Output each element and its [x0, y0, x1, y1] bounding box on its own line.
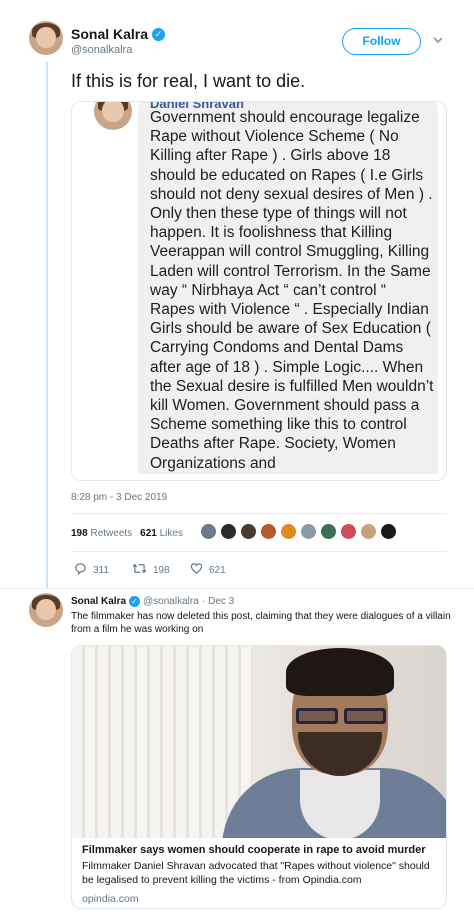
- reply-date[interactable]: Dec 3: [208, 596, 234, 607]
- card-body: Filmmaker says women should cooperate in…: [82, 843, 438, 905]
- retweets-count: 198: [71, 528, 88, 539]
- card-description: Filmmaker Daniel Shravan advocated that …: [82, 860, 430, 886]
- reply-avatar[interactable]: [29, 593, 63, 627]
- embed-bottom-edge: [72, 474, 446, 480]
- poster-avatar: [94, 102, 132, 130]
- reply-separator: ·: [201, 596, 206, 607]
- tweet-actions: 311 198 621: [74, 562, 248, 578]
- reply-icon: [74, 562, 87, 578]
- liker-avatar[interactable]: [320, 523, 337, 540]
- display-name[interactable]: Sonal Kalra: [71, 26, 148, 42]
- reply-text: The filmmaker has now deleted this post,…: [71, 611, 451, 635]
- tweet-text: If this is for real, I want to die.: [71, 71, 306, 91]
- divider: [0, 588, 474, 589]
- divider: [71, 513, 447, 514]
- liker-avatar[interactable]: [260, 523, 277, 540]
- liker-avatar[interactable]: [300, 523, 317, 540]
- card-domain: opindia.com: [82, 893, 139, 905]
- card-title: Filmmaker says women should cooperate in…: [82, 844, 426, 856]
- liker-avatar[interactable]: [380, 523, 397, 540]
- liker-avatar[interactable]: [220, 523, 237, 540]
- reply-handle[interactable]: @sonalkalra: [143, 596, 199, 607]
- likes-stat[interactable]: 621 Likes: [140, 528, 183, 539]
- reply-count: 311: [93, 564, 109, 576]
- reply-header: Sonal Kalra ✓ @sonalkalra · Dec 3: [71, 596, 234, 607]
- retweets-stat[interactable]: 198 Retweets: [71, 528, 132, 539]
- embedded-post-text: Government should encourage legalize Rap…: [150, 109, 434, 472]
- chevron-down-icon[interactable]: [432, 34, 444, 46]
- retweets-label: Retweets: [90, 528, 133, 539]
- like-button[interactable]: 621: [190, 562, 248, 578]
- embedded-screenshot[interactable]: Daniel Shravan Government should encoura…: [71, 101, 447, 481]
- likes-count: 621: [140, 528, 157, 539]
- follow-button[interactable]: Follow: [342, 28, 421, 55]
- like-count: 621: [209, 564, 226, 576]
- verified-badge-icon: ✓: [152, 27, 166, 41]
- liker-avatar[interactable]: [340, 523, 357, 540]
- author-name-row[interactable]: Sonal Kalra ✓: [71, 26, 166, 42]
- heart-icon: [190, 562, 203, 578]
- verified-badge-icon: ✓: [129, 596, 141, 607]
- liker-avatar[interactable]: [200, 523, 217, 540]
- liker-avatar[interactable]: [240, 523, 257, 540]
- avatar[interactable]: [29, 21, 63, 55]
- card-image: [72, 646, 446, 838]
- reply-button[interactable]: 311: [74, 562, 132, 578]
- retweet-button[interactable]: 198: [132, 562, 190, 578]
- thread-connector-line: [46, 62, 48, 589]
- divider: [71, 551, 447, 552]
- retweet-icon: [132, 562, 147, 578]
- tweet-timestamp[interactable]: 8:28 pm - 3 Dec 2019: [71, 492, 167, 503]
- tweet-header: Sonal Kalra ✓ @sonalkalra Follow: [0, 0, 474, 66]
- user-handle[interactable]: @sonalkalra: [71, 44, 132, 56]
- liker-avatar[interactable]: [280, 523, 297, 540]
- engagement-stats: 198 Retweets 621 Likes: [71, 528, 183, 539]
- liker-avatar[interactable]: [360, 523, 377, 540]
- reply-display-name[interactable]: Sonal Kalra: [71, 596, 126, 607]
- liker-avatars: [200, 523, 397, 540]
- likes-label: Likes: [159, 528, 183, 539]
- link-card[interactable]: Filmmaker says women should cooperate in…: [71, 645, 447, 909]
- retweet-count: 198: [153, 564, 170, 576]
